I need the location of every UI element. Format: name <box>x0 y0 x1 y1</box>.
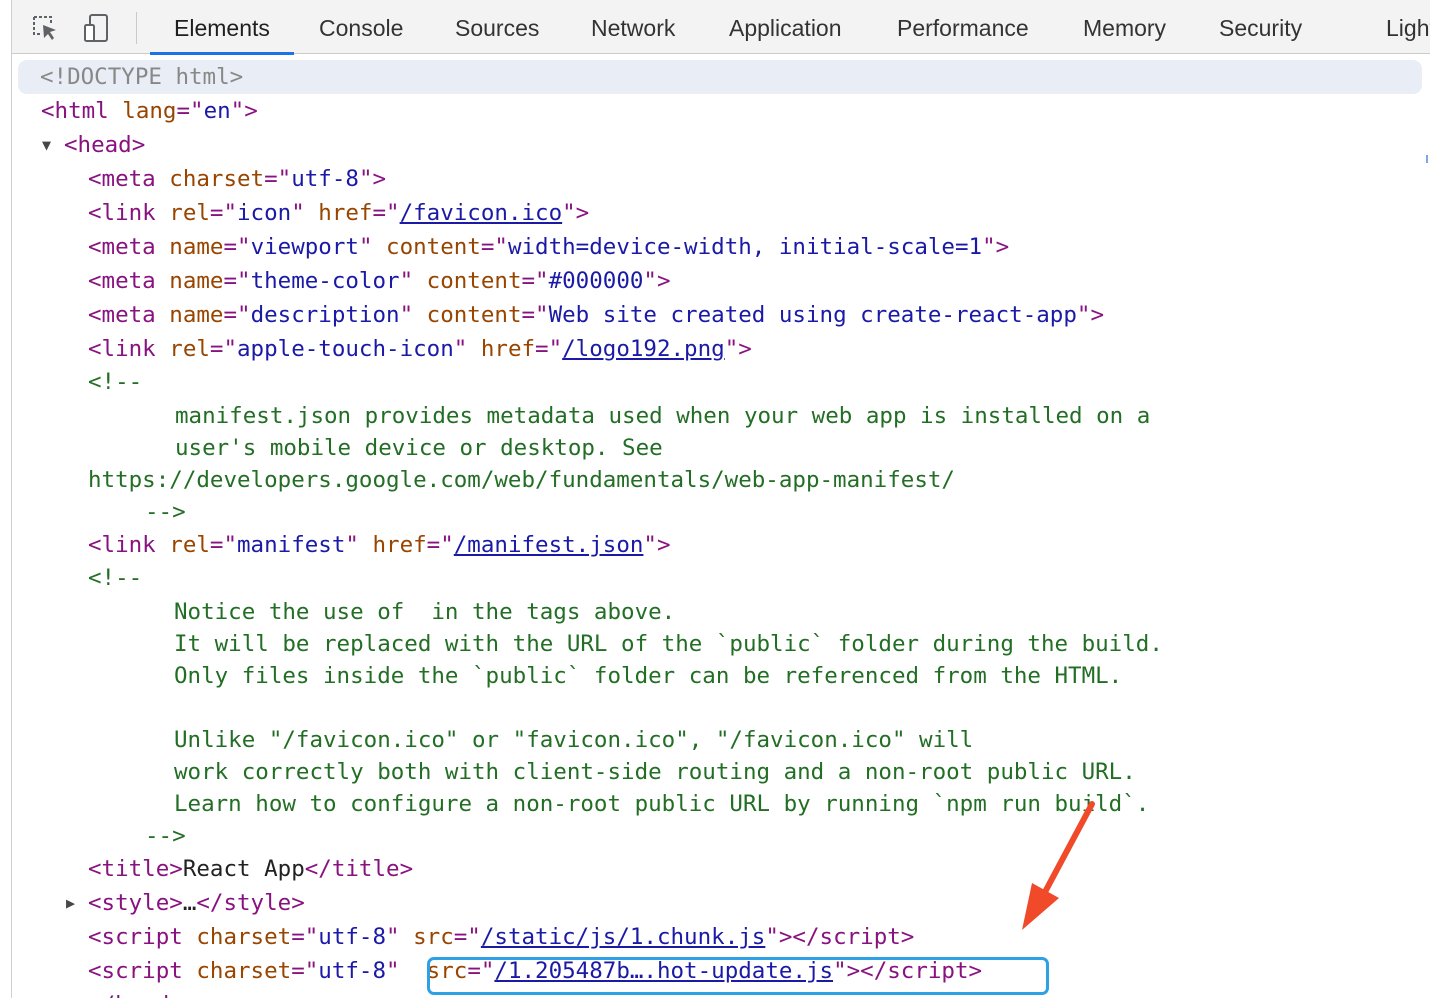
dom-node-meta-charset[interactable]: <meta charset="utf-8"> <box>12 162 1422 196</box>
attr-value: viewport <box>250 234 359 260</box>
doctype: <!DOCTYPE html> <box>40 64 244 90</box>
chunk-script-link[interactable]: /static/js/1.chunk.js <box>481 924 765 950</box>
dom-node-link-icon[interactable]: <link rel="icon" href="/favicon.ico"> <box>12 196 1422 230</box>
collapsed-ellipsis[interactable]: … <box>183 890 197 916</box>
dom-tree: <!DOCTYPE html> <html lang="en"> ▼ <head>… <box>12 55 1422 998</box>
tag-name: html <box>54 98 109 124</box>
comment-close: --> <box>145 499 186 525</box>
toolbar-separator <box>136 12 137 44</box>
dom-node-link-apple[interactable]: <link rel="apple-touch-icon" href="/logo… <box>12 332 1422 366</box>
attr-value: manifest <box>237 532 346 558</box>
dom-node-link-manifest[interactable]: <link rel="manifest" href="/manifest.jso… <box>12 528 1422 562</box>
manifest-link[interactable]: /manifest.json <box>454 532 644 558</box>
collapse-triangle-icon[interactable]: ▶ <box>66 886 88 920</box>
attr-value: utf-8 <box>318 924 387 950</box>
tab-lighthouse[interactable]: Lighth <box>1362 0 1430 54</box>
tab-elements[interactable]: Elements <box>150 0 294 55</box>
dom-node-head[interactable]: ▼ <head> <box>12 128 1422 162</box>
attr-value: #000000 <box>548 268 644 294</box>
scrollbar-track[interactable] <box>1422 55 1430 998</box>
attr-name: charset <box>169 166 265 192</box>
comment-line: work correctly both with client-side rou… <box>174 759 1136 785</box>
comment-open: <!-- <box>88 565 143 591</box>
dom-node-meta-theme[interactable]: <meta name="theme-color" content="#00000… <box>12 264 1422 298</box>
dom-node-script-chunk[interactable]: <script charset="utf-8" src="/static/js/… <box>12 920 1422 954</box>
device-toolbar-icon[interactable] <box>82 13 112 43</box>
title-text: React App <box>182 856 305 882</box>
comment-line: Notice the use of in the tags above. <box>174 599 676 625</box>
tab-application[interactable]: Application <box>705 0 866 54</box>
tag-name: style <box>101 890 170 916</box>
dom-node-title[interactable]: <title>React App</title> <box>12 852 1422 886</box>
attr-value: Web site created using create-react-app <box>548 302 1077 328</box>
comment-line: Learn how to configure a non-root public… <box>174 791 1150 817</box>
comment-line: Unlike "/favicon.ico" or "favicon.ico", … <box>174 727 974 753</box>
tag-name: title <box>101 856 170 882</box>
comment-line: Only files inside the `public` folder ca… <box>174 663 1123 689</box>
comment-line: It will be replaced with the URL of the … <box>174 631 1163 657</box>
attr-value: theme-color <box>250 268 400 294</box>
tab-memory[interactable]: Memory <box>1059 0 1190 54</box>
attr-value: icon <box>237 200 292 226</box>
inspect-element-icon[interactable] <box>30 13 60 43</box>
comment-close: --> <box>145 823 186 849</box>
attr-value: en <box>203 98 231 124</box>
dom-node-doctype[interactable]: <!DOCTYPE html> <box>18 60 1422 94</box>
dom-node-html[interactable]: <html lang="en"> <box>12 94 1422 128</box>
dom-node-style[interactable]: ▶ <style>…</style> <box>12 886 1422 920</box>
expand-triangle-icon[interactable]: ▼ <box>42 128 64 162</box>
attr-value: apple-touch-icon <box>237 336 454 362</box>
tag-name: head <box>77 132 132 158</box>
comment-line: user's mobile device or desktop. See <box>175 435 663 461</box>
tab-sources[interactable]: Sources <box>431 0 563 54</box>
scrollbar-thumb[interactable] <box>1426 155 1428 163</box>
highlight-box <box>427 957 1049 995</box>
attr-value: utf-8 <box>318 958 387 984</box>
dom-node-meta-viewport[interactable]: <meta name="viewport" content="width=dev… <box>12 230 1422 264</box>
attr-name: lang <box>122 98 177 124</box>
attr-value: width=device-width, initial-scale=1 <box>507 234 983 260</box>
dom-node-meta-description[interactable]: <meta name="description" content="Web si… <box>12 298 1422 332</box>
tag-name: title <box>331 856 400 882</box>
logo192-link[interactable]: /logo192.png <box>562 336 725 362</box>
favicon-link[interactable]: /favicon.ico <box>400 200 563 226</box>
comment-open: <!-- <box>88 369 143 395</box>
attr-value: description <box>250 302 400 328</box>
tab-console[interactable]: Console <box>295 0 427 54</box>
devtools-toolbar: Elements Console Sources Network Applica… <box>12 0 1430 55</box>
comment-line: https://developers.google.com/web/fundam… <box>88 467 955 493</box>
attr-value: utf-8 <box>291 166 359 192</box>
tab-network[interactable]: Network <box>567 0 699 54</box>
tag-name: style <box>223 890 292 916</box>
comment-line: manifest.json provides metadata used whe… <box>175 403 1151 429</box>
tab-performance[interactable]: Performance <box>873 0 1053 54</box>
tab-security[interactable]: Security <box>1195 0 1326 54</box>
